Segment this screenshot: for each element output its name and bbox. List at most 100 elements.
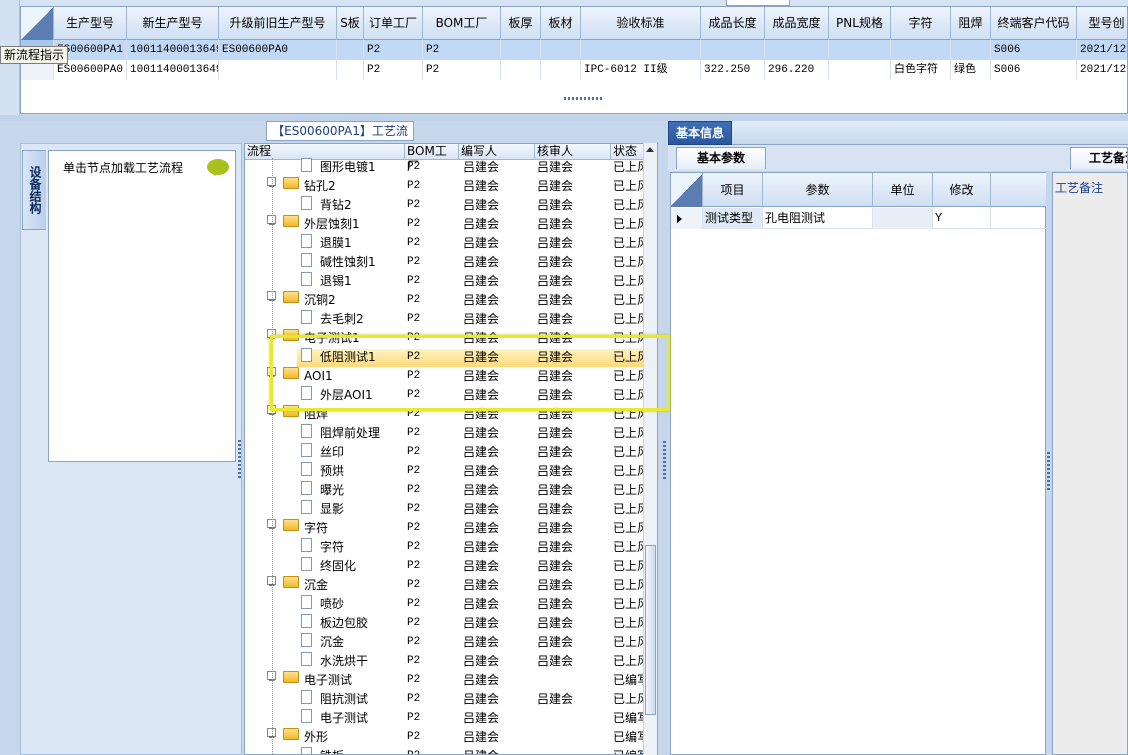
grid-column-header[interactable]: S板 — [337, 7, 364, 40]
grid-cell[interactable] — [501, 60, 541, 80]
param-col-value[interactable]: 参数 — [763, 173, 873, 207]
param-col-modify[interactable]: 修改 — [933, 173, 991, 207]
tree-row[interactable]: 字符 P2 吕建会 吕建会 已上风 — [245, 538, 649, 557]
grid-cell[interactable]: 2021/12/ — [1077, 40, 1127, 60]
grid-cell[interactable]: S006 — [991, 60, 1077, 80]
tree-row[interactable]: 沉金 P2 吕建会 吕建会 已上风 — [245, 633, 649, 652]
grid-cell[interactable]: 10011400013649 — [127, 60, 219, 80]
tab-basic-params[interactable]: 基本参数 — [676, 147, 766, 169]
splitter-grip[interactable] — [238, 440, 241, 480]
grid-cell[interactable] — [541, 40, 581, 60]
tree-row[interactable]: 显影 P2 吕建会 吕建会 已上风 — [245, 500, 649, 519]
tab-basic-info[interactable]: 基本信息 — [668, 121, 732, 145]
tree-row[interactable]: 终固化 P2 吕建会 吕建会 已上风 — [245, 557, 649, 576]
tree-vertical-scrollbar[interactable] — [643, 143, 657, 755]
param-value[interactable]: 孔电阻测试 — [763, 208, 873, 229]
grid-column-header[interactable]: 成品宽度 — [765, 7, 829, 40]
tree-row[interactable]: 退锡1 P2 吕建会 吕建会 已上风 — [245, 272, 649, 291]
grid-column-header[interactable]: 新生产型号 — [127, 7, 219, 40]
grid-cell[interactable]: 白色字符 — [891, 60, 951, 80]
tree-name-cell: 板边包胶 — [320, 616, 369, 630]
grid-column-header[interactable]: 终端客户代码 — [991, 7, 1077, 40]
grid-cell[interactable] — [501, 40, 541, 60]
grid-cell[interactable]: IPC-6012 II级 — [581, 60, 701, 80]
param-col-unit[interactable]: 单位 — [873, 173, 933, 207]
tree-row[interactable]: 阻抗测试 P2 吕建会 吕建会 已上风 — [245, 690, 649, 709]
grid-cell[interactable]: S006 — [991, 40, 1077, 60]
grid-cell[interactable]: 322.250 — [701, 60, 765, 80]
grid-cell[interactable]: ES00600PA0 — [219, 40, 337, 60]
tree-reviewer-cell: 吕建会 — [537, 597, 574, 611]
tree-row[interactable]: − 外形 P2 吕建会 已编写 — [245, 728, 649, 747]
grid-cell[interactable]: 2021/12/8 — [1077, 60, 1127, 80]
grid-column-header[interactable]: 板材 — [541, 7, 581, 40]
param-row[interactable]: 测试类型 孔电阻测试 Y — [671, 208, 1047, 229]
tree-row[interactable]: − 电子测试 P2 吕建会 已编写 — [245, 671, 649, 690]
tree-row[interactable]: 阻焊前处理 P2 吕建会 吕建会 已上风 — [245, 424, 649, 443]
grid-column-header[interactable]: PNL规格 — [829, 7, 891, 40]
grid-cell[interactable] — [829, 60, 891, 80]
grid-cell[interactable] — [951, 40, 991, 60]
grid-cell[interactable]: 绿色 — [951, 60, 991, 80]
param-col-item[interactable]: 项目 — [703, 173, 763, 207]
grid-cell[interactable] — [219, 60, 337, 80]
grid-column-header[interactable]: 生产型号 — [54, 7, 127, 40]
tree-row[interactable]: 曝光 P2 吕建会 吕建会 已上风 — [245, 481, 649, 500]
grid-cell[interactable]: P2 — [423, 60, 501, 80]
grid-cell[interactable]: 10011400013649 — [127, 40, 219, 60]
tree-row[interactable]: − 字符 P2 吕建会 吕建会 已上风 — [245, 519, 649, 538]
grid-cell[interactable]: 296.220 — [765, 60, 829, 80]
grid-column-header[interactable]: 板厚 — [501, 7, 541, 40]
tree-row[interactable]: 背钻2 P2 吕建会 吕建会 已上风 — [245, 196, 649, 215]
grid-row[interactable]: ES00600PA1 10011400013649 ES00600PA0 P2 P2 S0… — [21, 40, 1127, 60]
device-structure-tab[interactable]: 设备结构 — [22, 150, 46, 230]
tree-row[interactable]: 板边包胶 P2 吕建会 吕建会 已上风 — [245, 614, 649, 633]
tree-row[interactable]: − 外层蚀刻1 P2 吕建会 吕建会 已上风 — [245, 215, 649, 234]
grid-column-header[interactable]: 订单工厂 — [364, 7, 423, 40]
grid-cell[interactable]: P2 — [364, 40, 423, 60]
grid-cell[interactable] — [337, 60, 364, 80]
grid-cell[interactable]: P2 — [364, 60, 423, 80]
grid-cell[interactable] — [765, 40, 829, 60]
tree-row[interactable]: 丝印 P2 吕建会 吕建会 已上风 — [245, 443, 649, 462]
tab-process-notes[interactable]: 工艺备注 — [1070, 147, 1128, 169]
grid-column-header[interactable]: 字符 — [891, 7, 951, 40]
tree-row[interactable]: 图形电镀1 P2 吕建会 吕建会 已上风 — [245, 158, 649, 177]
tree-row[interactable]: 预烘 P2 吕建会 吕建会 已上风 — [245, 462, 649, 481]
tree-name-cell: 字符 — [304, 521, 329, 535]
vertical-splitter[interactable] — [660, 121, 668, 755]
param-modify[interactable]: Y — [933, 208, 991, 229]
tree-row[interactable]: 退膜1 P2 吕建会 吕建会 已上风 — [245, 234, 649, 253]
tree-row[interactable]: 碱性蚀刻1 P2 吕建会 吕建会 已上风 — [245, 253, 649, 272]
grid-cell[interactable]: P2 — [423, 40, 501, 60]
grid-column-header[interactable]: 阻焊 — [951, 7, 991, 40]
tree-row[interactable]: 去毛刺2 P2 吕建会 吕建会 已上风 — [245, 310, 649, 329]
tree-row[interactable]: 喷砂 P2 吕建会 吕建会 已上风 — [245, 595, 649, 614]
tree-row[interactable]: 电子测试 P2 吕建会 已编写 — [245, 709, 649, 728]
grid-column-header[interactable]: 验收标准 — [581, 7, 701, 40]
grid-cell[interactable] — [337, 40, 364, 60]
param-unit[interactable] — [873, 208, 933, 229]
tree-row[interactable]: 水洗烘干 P2 吕建会 吕建会 已上风 — [245, 652, 649, 671]
tree-name-cell: 水洗烘干 — [320, 654, 369, 668]
grid-cell[interactable] — [829, 40, 891, 60]
tree-writer-cell: 吕建会 — [463, 160, 500, 174]
scroll-up-icon[interactable] — [646, 147, 654, 152]
grid-row[interactable]: ES00600PA0 10011400013649 P2 P2 IPC-6012 II级… — [21, 60, 1127, 80]
grid-cell[interactable] — [541, 60, 581, 80]
grid-cell[interactable] — [891, 40, 951, 60]
tree-row[interactable]: − 沉铜2 P2 吕建会 吕建会 已上风 — [245, 291, 649, 310]
grid-cell[interactable] — [701, 40, 765, 60]
grid-column-header[interactable]: 升级前旧生产型号 — [219, 7, 337, 40]
grid-column-header[interactable]: BOM工厂 — [423, 7, 501, 40]
tree-row[interactable]: 铣板P2吕建会已编写 — [245, 747, 649, 754]
tree-reviewer-cell: 吕建会 — [537, 255, 574, 269]
grid-cell[interactable] — [581, 40, 701, 60]
tree-row[interactable]: − 钻孔2 P2 吕建会 吕建会 已上风 — [245, 177, 649, 196]
grid-column-header[interactable]: 成品长度 — [701, 7, 765, 40]
tree-name-cell: 终固化 — [320, 559, 357, 573]
tree-reviewer-cell: 吕建会 — [537, 160, 574, 174]
scrollbar-thumb[interactable] — [645, 545, 656, 715]
grid-column-header[interactable]: 型号创 — [1077, 7, 1127, 40]
tree-row[interactable]: − 沉金 P2 吕建会 吕建会 已上风 — [245, 576, 649, 595]
